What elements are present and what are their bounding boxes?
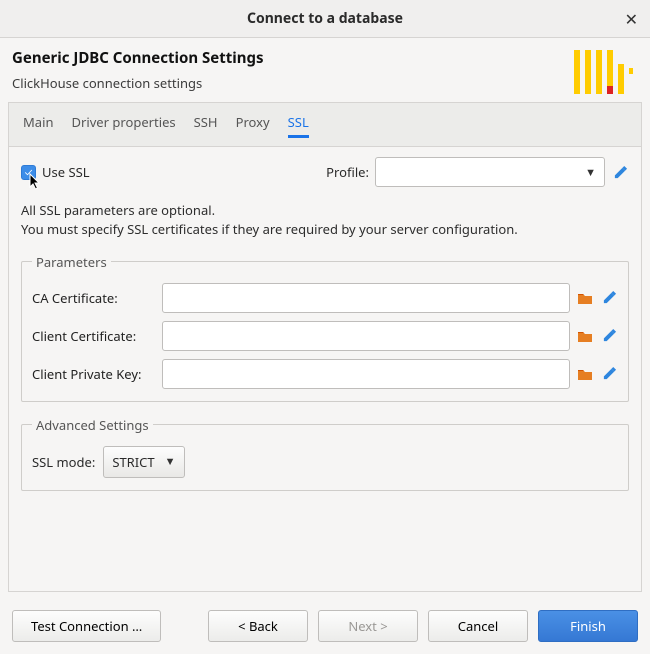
header-title: Generic JDBC Connection Settings bbox=[12, 48, 574, 68]
client-certificate-input[interactable] bbox=[162, 321, 570, 351]
ssl-mode-label: SSL mode: bbox=[32, 453, 95, 471]
header: Generic JDBC Connection Settings ClickHo… bbox=[0, 38, 650, 102]
panel: Main Driver properties SSH Proxy SSL ✓ U… bbox=[8, 102, 642, 592]
profile-label: Profile: bbox=[326, 163, 369, 181]
ssl-info-text: All SSL parameters are optional. You mus… bbox=[21, 201, 629, 239]
tab-bar: Main Driver properties SSH Proxy SSL bbox=[9, 103, 641, 147]
parameters-fieldset: Parameters CA Certificate: Client Certif… bbox=[21, 253, 629, 402]
test-connection-button[interactable]: Test Connection … bbox=[12, 610, 161, 642]
ssl-mode-select[interactable]: STRICT ▼ bbox=[103, 446, 184, 478]
ca-row: CA Certificate: bbox=[32, 283, 618, 313]
use-ssl-label: Use SSL bbox=[42, 163, 90, 181]
clickhouse-logo-icon bbox=[574, 48, 638, 96]
chevron-down-icon: ▼ bbox=[165, 454, 176, 469]
use-ssl-checkbox[interactable]: ✓ Use SSL bbox=[21, 163, 90, 181]
advanced-legend: Advanced Settings bbox=[32, 416, 153, 434]
tab-ssl[interactable]: SSL bbox=[288, 113, 309, 138]
client-key-label: Client Private Key: bbox=[32, 365, 156, 383]
chevron-down-icon: ▼ bbox=[585, 165, 596, 180]
ssl-mode-row: SSL mode: STRICT ▼ bbox=[32, 446, 618, 478]
edit-client-key-icon[interactable] bbox=[600, 366, 618, 381]
tab-driver-properties[interactable]: Driver properties bbox=[71, 113, 175, 138]
titlebar: Connect to a database ✕ bbox=[0, 0, 650, 38]
client-private-key-input[interactable] bbox=[162, 359, 570, 389]
tab-ssh[interactable]: SSH bbox=[194, 113, 218, 138]
parameters-legend: Parameters bbox=[32, 253, 111, 271]
dialog-window: Connect to a database ✕ Generic JDBC Con… bbox=[0, 0, 650, 654]
browse-client-key-folder-icon[interactable] bbox=[576, 367, 594, 381]
content: Main Driver properties SSH Proxy SSL ✓ U… bbox=[0, 102, 650, 600]
advanced-fieldset: Advanced Settings SSL mode: STRICT ▼ bbox=[21, 416, 629, 491]
client-cert-label: Client Certificate: bbox=[32, 327, 156, 345]
edit-profile-icon[interactable] bbox=[611, 165, 629, 180]
browse-ca-folder-icon[interactable] bbox=[576, 291, 594, 305]
close-icon[interactable]: ✕ bbox=[625, 8, 638, 30]
client-key-row: Client Private Key: bbox=[32, 359, 618, 389]
client-cert-row: Client Certificate: bbox=[32, 321, 618, 351]
next-button: Next > bbox=[318, 610, 418, 642]
finish-button[interactable]: Finish bbox=[538, 610, 638, 642]
tab-main[interactable]: Main bbox=[23, 113, 53, 138]
ssl-body: ✓ Use SSL Profile: ▼ bbox=[9, 147, 641, 503]
titlebar-title: Connect to a database bbox=[247, 9, 403, 28]
info-line-2: You must specify SSL certificates if the… bbox=[21, 220, 629, 239]
profile-select[interactable]: ▼ bbox=[375, 157, 605, 187]
footer: Test Connection … < Back Next > Cancel F… bbox=[0, 600, 650, 654]
back-button[interactable]: < Back bbox=[208, 610, 308, 642]
profile-segment: Profile: ▼ bbox=[326, 157, 629, 187]
cancel-button[interactable]: Cancel bbox=[428, 610, 528, 642]
checkbox-checked-icon: ✓ bbox=[21, 165, 36, 180]
edit-ca-icon[interactable] bbox=[600, 290, 618, 305]
ca-label: CA Certificate: bbox=[32, 289, 156, 307]
edit-client-cert-icon[interactable] bbox=[600, 328, 618, 343]
ca-certificate-input[interactable] bbox=[162, 283, 570, 313]
browse-client-cert-folder-icon[interactable] bbox=[576, 329, 594, 343]
ssl-mode-value: STRICT bbox=[112, 453, 154, 471]
tab-proxy[interactable]: Proxy bbox=[236, 113, 270, 138]
info-line-1: All SSL parameters are optional. bbox=[21, 201, 629, 220]
header-text: Generic JDBC Connection Settings ClickHo… bbox=[12, 48, 574, 92]
header-subtitle: ClickHouse connection settings bbox=[12, 74, 574, 92]
top-row: ✓ Use SSL Profile: ▼ bbox=[21, 157, 629, 187]
